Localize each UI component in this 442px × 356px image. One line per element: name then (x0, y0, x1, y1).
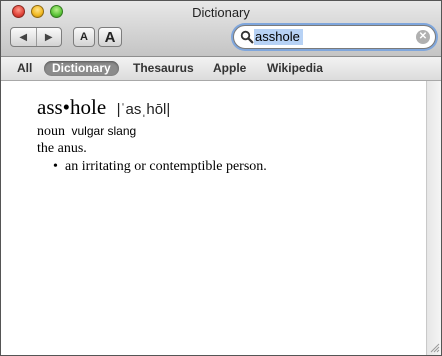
toolbar: Dictionary ◀ ▶ A A asshole ✕ (1, 1, 441, 57)
back-button[interactable]: ◀ (11, 28, 36, 46)
search-field[interactable]: asshole ✕ (233, 25, 436, 49)
back-forward-control: ◀ ▶ (10, 27, 62, 47)
entry-header: ass•hole |ˈasˌhōl| (37, 95, 170, 120)
forward-arrow-icon: ▶ (44, 31, 53, 43)
definition-subsense: • an irritating or contemptible person. (53, 159, 267, 175)
scope-thesaurus[interactable]: Thesaurus (133, 61, 194, 76)
definition-pane: ass•hole |ˈasˌhōl| noun vulgar slang the… (1, 81, 426, 355)
definition-subsense-text: an irritating or contemptible person. (65, 159, 267, 174)
scope-dictionary[interactable]: Dictionary (44, 61, 119, 76)
forward-button[interactable]: ▶ (35, 28, 62, 46)
scope-all[interactable]: All (17, 61, 32, 76)
search-input[interactable]: asshole (255, 29, 300, 45)
vertical-scrollbar[interactable] (426, 81, 441, 355)
part-of-speech-line: noun vulgar slang (37, 124, 136, 140)
resize-grip-icon[interactable] (428, 341, 440, 353)
headword: ass•hole (37, 95, 107, 119)
pronunciation: |ˈasˌhōl| (116, 101, 171, 118)
search-icon (240, 30, 254, 44)
clear-search-icon[interactable]: ✕ (416, 30, 430, 44)
scope-apple[interactable]: Apple (213, 61, 246, 76)
window-title: Dictionary (192, 5, 250, 20)
part-of-speech: noun (37, 124, 65, 139)
source-scope-bar: All Dictionary Thesaurus Apple Wikipedia (1, 57, 441, 81)
back-arrow-icon: ◀ (19, 31, 28, 43)
decrease-font-button[interactable]: A (73, 27, 95, 47)
usage-register: vulgar slang (71, 124, 137, 138)
increase-font-button[interactable]: A (98, 27, 122, 47)
definition-primary: the anus. (37, 141, 87, 156)
dictionary-window: Dictionary ◀ ▶ A A asshole ✕ All Diction… (0, 0, 442, 356)
bullet-icon: • (53, 159, 58, 174)
scope-wikipedia[interactable]: Wikipedia (267, 61, 323, 76)
